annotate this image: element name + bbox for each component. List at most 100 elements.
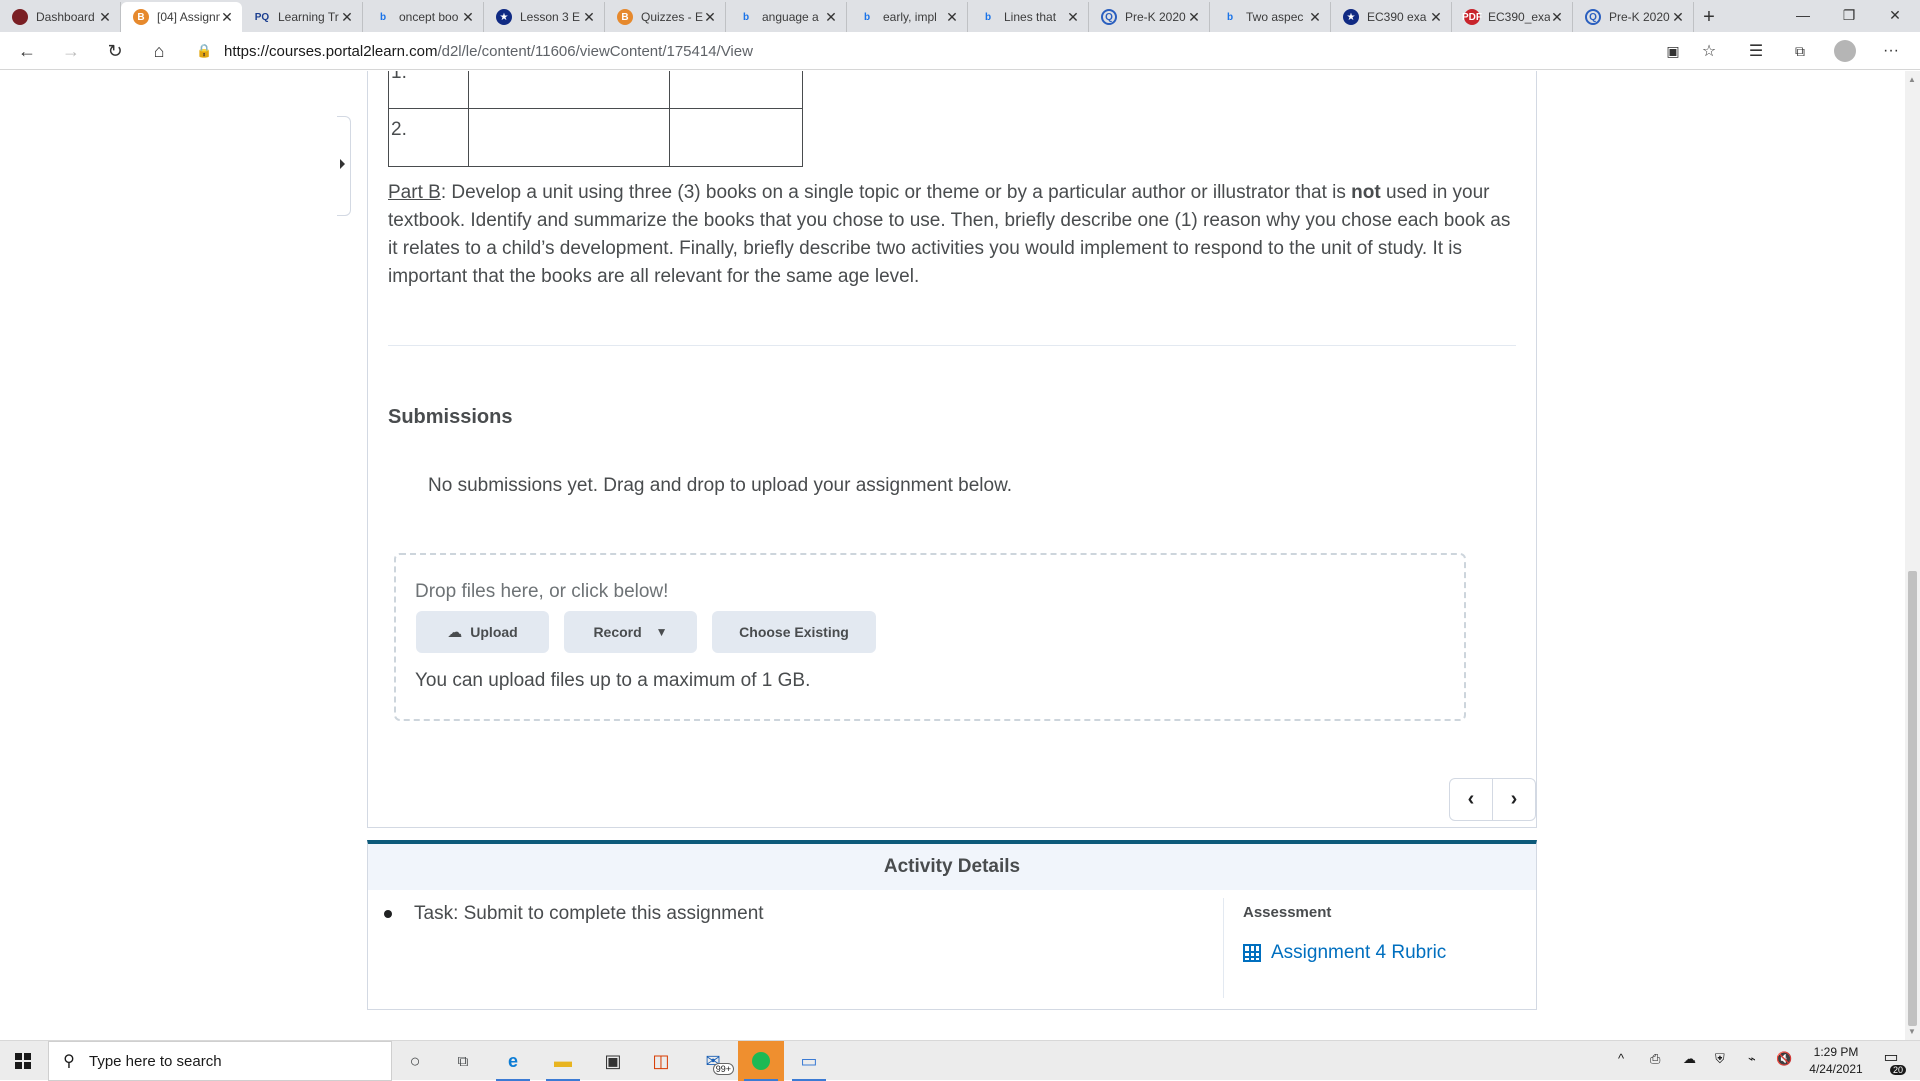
file-drop-zone[interactable]: Drop files here, or click below! ☁ Uploa… bbox=[394, 553, 1466, 721]
browser-tab[interactable]: ★ EC390 exa ✕ bbox=[1331, 2, 1452, 32]
close-tab-icon[interactable]: ✕ bbox=[340, 9, 354, 26]
browser-tab[interactable]: b Lines that ✕ bbox=[968, 2, 1089, 32]
close-tab-icon[interactable]: ✕ bbox=[1550, 9, 1564, 26]
tab-title: Pre-K 2020 bbox=[1125, 10, 1186, 24]
column-divider bbox=[1223, 898, 1224, 998]
scrollbar-thumb[interactable] bbox=[1908, 571, 1917, 1026]
minimize-button[interactable]: — bbox=[1780, 0, 1826, 30]
sidebar-toggle-button[interactable] bbox=[337, 116, 351, 216]
security-icon[interactable]: ⛨ bbox=[1715, 1051, 1725, 1067]
tab-title: EC390_exa bbox=[1488, 10, 1550, 24]
favorites-list-icon[interactable]: ☰ bbox=[1741, 36, 1771, 66]
home-button[interactable]: ⌂ bbox=[144, 36, 174, 66]
close-tab-icon[interactable]: ✕ bbox=[1187, 9, 1201, 26]
show-hidden-icons[interactable]: ^ bbox=[1618, 1051, 1624, 1066]
network-icon[interactable]: ⌁ bbox=[1748, 1051, 1756, 1067]
browser-tab[interactable]: Q Pre-K 2020 ✕ bbox=[1089, 2, 1210, 32]
office-icon[interactable]: ◫ bbox=[638, 1041, 684, 1081]
rubric-link[interactable]: Assignment 4 Rubric bbox=[1243, 942, 1446, 964]
close-tab-icon[interactable]: ✕ bbox=[703, 9, 717, 26]
choose-existing-button[interactable]: Choose Existing bbox=[712, 611, 876, 653]
usb-icon[interactable]: ⎙ bbox=[1650, 1051, 1660, 1067]
start-button[interactable] bbox=[0, 1041, 46, 1081]
profile-avatar[interactable] bbox=[1830, 36, 1860, 66]
action-center-icon[interactable]: ▭ 20 bbox=[1876, 1047, 1906, 1075]
bing-icon: b bbox=[1226, 11, 1234, 23]
submissions-heading: Submissions bbox=[388, 406, 513, 428]
next-topic-button[interactable]: › bbox=[1493, 779, 1535, 820]
close-tab-icon[interactable]: ✕ bbox=[582, 9, 596, 26]
close-tab-icon[interactable]: ✕ bbox=[220, 9, 234, 26]
table-row: 2. bbox=[388, 108, 803, 167]
bing-icon: b bbox=[742, 11, 750, 23]
address-bar: ← → ↻ ⌂ 🔒 https://courses.portal2learn.c… bbox=[0, 32, 1920, 70]
choose-existing-label: Choose Existing bbox=[739, 624, 849, 640]
store-icon[interactable]: ▣ bbox=[590, 1041, 636, 1081]
tab-title: early, impl bbox=[883, 10, 937, 24]
previous-topic-button[interactable]: ‹ bbox=[1450, 779, 1493, 820]
chevron-right-icon: › bbox=[1510, 788, 1518, 810]
close-tab-icon[interactable]: ✕ bbox=[98, 9, 112, 26]
page-scrollbar[interactable]: ▲ ▼ bbox=[1905, 71, 1920, 1040]
b-icon: B bbox=[133, 9, 149, 25]
table-cell bbox=[669, 108, 803, 167]
close-tab-icon[interactable]: ✕ bbox=[1429, 9, 1443, 26]
part-b-paragraph: Part B: Develop a unit using three (3) b… bbox=[388, 179, 1518, 291]
browser-tab[interactable]: Q Pre-K 2020 ✕ bbox=[1573, 2, 1694, 32]
task-view-icon[interactable]: ⧉ bbox=[440, 1041, 486, 1081]
close-tab-icon[interactable]: ✕ bbox=[945, 9, 959, 26]
back-button[interactable]: ← bbox=[12, 36, 42, 66]
favorite-star-icon[interactable]: ☆ bbox=[1694, 36, 1724, 66]
upload-label: Upload bbox=[470, 624, 518, 640]
close-tab-icon[interactable]: ✕ bbox=[824, 9, 838, 26]
close-tab-icon[interactable]: ✕ bbox=[1308, 9, 1322, 26]
browser-tab[interactable]: PQ Learning Tr ✕ bbox=[242, 2, 363, 32]
close-tab-icon[interactable]: ✕ bbox=[1671, 9, 1685, 26]
mail-icon[interactable]: ✉ 99+ bbox=[690, 1041, 736, 1081]
taskbar-search-box[interactable]: ⚲ Type here to search bbox=[48, 1041, 392, 1081]
scroll-down-icon[interactable]: ▼ bbox=[1908, 1027, 1916, 1036]
close-tab-icon[interactable]: ✕ bbox=[1066, 9, 1080, 26]
browser-tab[interactable]: B Quizzes - E ✕ bbox=[605, 2, 726, 32]
file-explorer-icon[interactable]: ▬ bbox=[540, 1041, 586, 1081]
edge-browser-icon[interactable]: e bbox=[490, 1041, 536, 1081]
browser-tab[interactable]: B [04] Assignment✕ bbox=[121, 2, 242, 32]
url-domain: https://courses.portal2learn.com bbox=[224, 42, 438, 60]
new-tab-button[interactable]: + bbox=[1694, 2, 1724, 32]
scroll-up-icon[interactable]: ▲ bbox=[1908, 75, 1916, 84]
browser-tab[interactable]: b early, impl ✕ bbox=[847, 2, 968, 32]
tab-title: Lines that bbox=[1004, 10, 1057, 24]
record-button[interactable]: Record ▼ bbox=[564, 611, 697, 653]
forward-button[interactable]: → bbox=[56, 36, 86, 66]
activity-details-panel: Activity Details Task: Submit to complet… bbox=[367, 840, 1537, 1010]
clock-time: 1:29 PM bbox=[1813, 1045, 1859, 1059]
window-close-button[interactable]: ✕ bbox=[1872, 0, 1918, 30]
refresh-button[interactable]: ↻ bbox=[100, 36, 130, 66]
url-field[interactable]: 🔒 https://courses.portal2learn.com/d2l/l… bbox=[196, 36, 1656, 66]
browser-tab[interactable]: Dashboard ✕ bbox=[0, 2, 121, 32]
volume-muted-icon[interactable]: 🔇 bbox=[1776, 1051, 1792, 1067]
browser-tab[interactable]: b anguage a ✕ bbox=[726, 2, 847, 32]
search-placeholder: Type here to search bbox=[89, 1052, 222, 1070]
browser-tab[interactable]: b oncept boo ✕ bbox=[363, 2, 484, 32]
spotify-icon[interactable] bbox=[738, 1041, 784, 1081]
restore-button[interactable]: ❐ bbox=[1826, 0, 1872, 30]
cortana-icon[interactable]: ○ bbox=[392, 1041, 438, 1081]
url-path: /d2l/le/content/11606/viewContent/175414… bbox=[437, 42, 753, 60]
activity-details-heading: Activity Details bbox=[368, 844, 1536, 890]
bullet-icon bbox=[384, 910, 392, 918]
browser-tab[interactable]: PDF EC390_exa ✕ bbox=[1452, 2, 1573, 32]
chevron-left-icon: ‹ bbox=[1467, 788, 1475, 810]
close-tab-icon[interactable]: ✕ bbox=[461, 9, 475, 26]
browser-tab[interactable]: ★ Lesson 3 E ✕ bbox=[484, 2, 605, 32]
tab-title: Dashboard bbox=[36, 10, 95, 24]
snip-tool-icon[interactable]: ▭ bbox=[786, 1041, 832, 1081]
settings-menu-icon[interactable]: ··· bbox=[1876, 36, 1906, 66]
system-clock[interactable]: 1:29 PM 4/24/2021 bbox=[1808, 1044, 1864, 1078]
browser-tab[interactable]: b Two aspec ✕ bbox=[1210, 2, 1331, 32]
cloud-sync-icon[interactable]: ☁ bbox=[1683, 1051, 1696, 1067]
section-divider bbox=[388, 345, 1516, 346]
reader-view-icon[interactable]: ▣ bbox=[1658, 36, 1688, 66]
upload-button[interactable]: ☁ Upload bbox=[416, 611, 549, 653]
collections-icon[interactable]: ⧉ bbox=[1785, 36, 1815, 66]
